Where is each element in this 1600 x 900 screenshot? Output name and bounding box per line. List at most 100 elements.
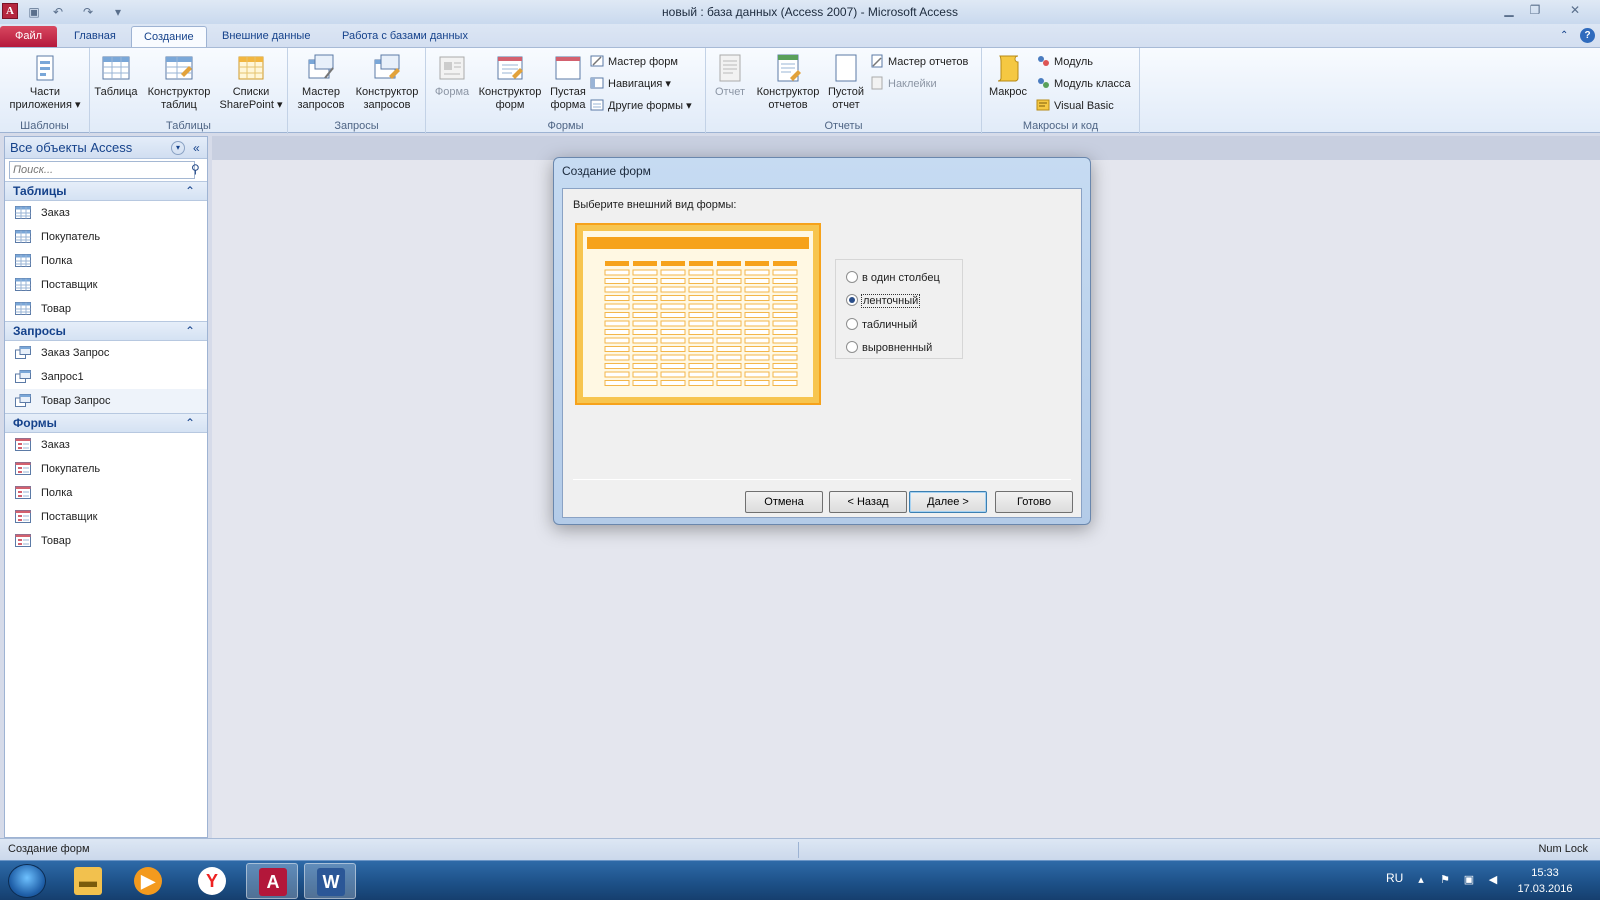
nav-item-table[interactable]: Полка <box>5 249 207 273</box>
radio-button[interactable] <box>846 341 858 353</box>
minimize-icon[interactable]: ▁ <box>1498 2 1520 18</box>
option-columnar[interactable]: в один столбец <box>846 268 940 288</box>
taskbar-access[interactable]: A <box>246 863 298 899</box>
nav-item-form[interactable]: Заказ <box>5 433 207 457</box>
search-icon[interactable]: ⚲ <box>191 162 200 176</box>
section-collapse-icon[interactable]: ⌃ <box>185 182 195 201</box>
preview-cell <box>716 278 742 284</box>
start-button[interactable] <box>8 864 46 898</box>
nav-pane-header[interactable]: Все объекты Access ▾ « <box>5 137 207 159</box>
action-center-flag-icon[interactable]: ⚑ <box>1438 873 1452 887</box>
nav-item-form[interactable]: Покупатель <box>5 457 207 481</box>
cancel-button[interactable]: Отмена <box>745 491 823 513</box>
nav-item-query[interactable]: Заказ Запрос <box>5 341 207 365</box>
query-wizard-button[interactable]: Мастер запросов <box>292 52 350 112</box>
back-button[interactable]: < Назад <box>829 491 907 513</box>
group-label-macros: Макросы и код <box>1022 120 1099 132</box>
option-tabular[interactable]: ленточный <box>846 291 921 311</box>
undo-icon[interactable]: ↶ <box>50 4 66 20</box>
nav-item-table[interactable]: Заказ <box>5 201 207 225</box>
nav-item-query[interactable]: Товар Запрос <box>5 389 207 413</box>
report-button[interactable]: Отчет <box>708 52 752 99</box>
nav-item-table[interactable]: Товар <box>5 297 207 321</box>
section-collapse-icon[interactable]: ⌃ <box>185 322 195 341</box>
query-design-button[interactable]: Конструктор запросов <box>350 52 424 112</box>
table-design-button[interactable]: Конструктор таблиц <box>144 52 214 112</box>
report-design-button[interactable]: Конструктор отчетов <box>752 52 824 112</box>
preview-cell <box>716 303 742 310</box>
form-wizard-button[interactable]: Мастер форм <box>590 52 678 72</box>
taskbar-media-player[interactable]: ▶ <box>122 863 174 899</box>
volume-icon[interactable]: ◀ <box>1486 873 1500 887</box>
customize-qat-icon[interactable]: ▾ <box>110 4 126 20</box>
module-button[interactable]: Модуль <box>1036 52 1093 72</box>
form-design-button[interactable]: Конструктор форм <box>474 52 546 112</box>
preview-cell <box>660 312 686 318</box>
show-hidden-icons-icon[interactable]: ▴ <box>1414 873 1428 887</box>
radio-button[interactable] <box>846 318 858 330</box>
table-design-icon <box>165 56 193 80</box>
network-icon[interactable]: ▣ <box>1462 873 1476 887</box>
collapse-nav-pane-icon[interactable]: « <box>193 137 200 159</box>
section-collapse-icon[interactable]: ⌃ <box>185 414 195 433</box>
tab-home[interactable]: Главная <box>62 26 128 48</box>
preview-cell <box>688 312 714 318</box>
nav-item-form[interactable]: Полка <box>5 481 207 505</box>
tab-external-data[interactable]: Внешние данные <box>210 26 322 48</box>
collapse-ribbon-icon[interactable]: ⌃ <box>1560 30 1568 41</box>
save-icon[interactable]: ▣ <box>26 4 42 20</box>
macro-button[interactable]: Макрос <box>986 52 1030 99</box>
nav-menu-dropdown-icon[interactable]: ▾ <box>171 141 185 155</box>
navigation-button[interactable]: Навигация ▾ <box>590 74 671 94</box>
preview-cell <box>632 269 658 276</box>
nav-item-table[interactable]: Покупатель <box>5 225 207 249</box>
preview-cell <box>660 337 686 344</box>
preview-cell <box>772 380 798 386</box>
restore-icon[interactable]: ❐ <box>1524 2 1546 18</box>
sharepoint-lists-button[interactable]: Списки SharePoint ▾ <box>216 52 286 112</box>
other-forms-button[interactable]: Другие формы ▾ <box>590 96 692 116</box>
table-button[interactable]: Таблица <box>94 52 138 99</box>
nav-section-forms[interactable]: Формы ⌃ <box>5 413 207 433</box>
labels-button[interactable]: Наклейки <box>870 74 937 94</box>
group-macros: Макрос Модуль Модуль класса Visual Basic… <box>982 48 1140 134</box>
help-icon[interactable]: ? <box>1580 28 1595 43</box>
language-indicator[interactable]: RU <box>1386 871 1403 885</box>
preview-cell <box>632 380 658 386</box>
preview-cell <box>772 337 798 344</box>
system-clock[interactable]: 15:33 17.03.2016 <box>1510 865 1580 897</box>
preview-cell <box>660 278 686 284</box>
radio-button-selected[interactable] <box>846 294 858 306</box>
taskbar-yandex-browser[interactable]: Y <box>186 863 238 899</box>
taskbar-explorer[interactable]: ▬ <box>62 863 114 899</box>
nav-section-tables[interactable]: Таблицы ⌃ <box>5 181 207 201</box>
nav-section-queries[interactable]: Запросы ⌃ <box>5 321 207 341</box>
report-wizard-button[interactable]: Мастер отчетов <box>870 52 968 72</box>
class-module-button[interactable]: Модуль класса <box>1036 74 1131 94</box>
nav-item-form[interactable]: Товар <box>5 529 207 553</box>
close-icon[interactable]: ✕ <box>1564 2 1586 18</box>
form-button[interactable]: Форма <box>430 52 474 99</box>
option-datasheet[interactable]: табличный <box>846 315 917 335</box>
nav-item-table[interactable]: Поставщик <box>5 273 207 297</box>
nav-item-form[interactable]: Поставщик <box>5 505 207 529</box>
query-icon <box>15 370 31 383</box>
nav-search-input[interactable] <box>9 161 195 179</box>
radio-button[interactable] <box>846 271 858 283</box>
tab-file[interactable]: Файл <box>0 26 57 48</box>
taskbar-word[interactable]: W <box>304 863 356 899</box>
redo-icon[interactable]: ↷ <box>80 4 96 20</box>
tab-create[interactable]: Создание <box>131 26 207 48</box>
tab-database-tools[interactable]: Работа с базами данных <box>330 26 480 48</box>
app-parts-button[interactable]: Части приложения ▾ <box>4 52 86 112</box>
finish-button[interactable]: Готово <box>995 491 1073 513</box>
access-app-icon[interactable]: A <box>2 3 18 19</box>
other-forms-icon <box>590 99 604 111</box>
blank-report-button[interactable]: Пустой отчет <box>824 52 868 112</box>
option-justified[interactable]: выровненный <box>846 338 932 358</box>
next-button[interactable]: Далее > <box>909 491 987 513</box>
visual-basic-button[interactable]: Visual Basic <box>1036 96 1114 116</box>
preview-cell <box>772 354 798 361</box>
blank-form-button[interactable]: Пустая форма <box>546 52 590 112</box>
nav-item-query[interactable]: Запрос1 <box>5 365 207 389</box>
